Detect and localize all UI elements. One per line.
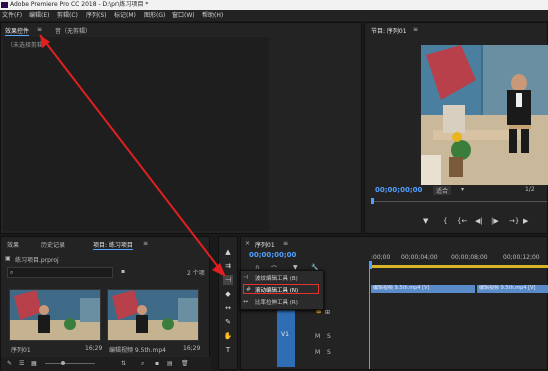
annotation-arrow xyxy=(39,34,226,277)
